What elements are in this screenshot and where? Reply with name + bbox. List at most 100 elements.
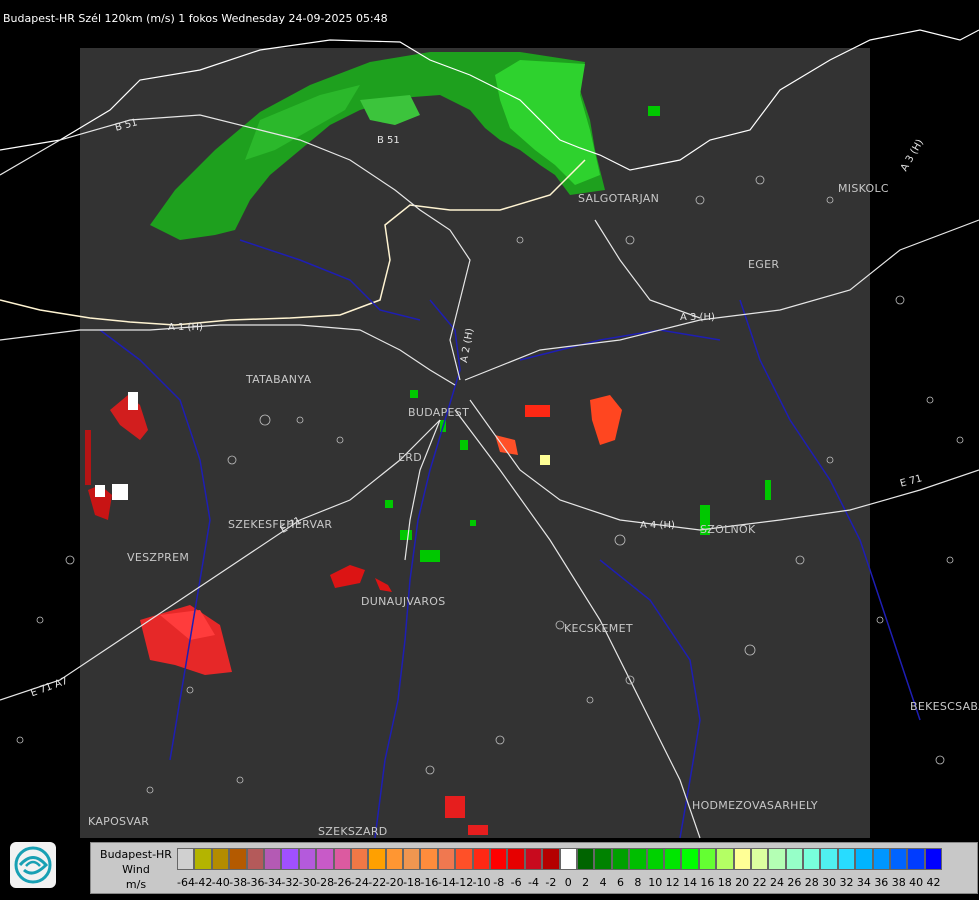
legend-title: Budapest-HR Wind m/s <box>100 848 172 891</box>
legend-tick-label: -8 <box>493 876 505 889</box>
legend-swatch <box>820 848 838 870</box>
legend-swatch <box>385 848 404 870</box>
legend-tick-label: 0 <box>564 876 572 889</box>
legend-tick-label: 2 <box>582 876 590 889</box>
city-label-salgotarjan: SALGOTARJAN <box>578 192 660 205</box>
legend-swatch <box>733 848 751 870</box>
legend-swatch <box>246 848 264 870</box>
legend-tick-label: 28 <box>804 876 819 889</box>
legend-swatch <box>194 848 212 870</box>
legend-swatch <box>837 848 856 870</box>
legend-swatch <box>750 848 769 870</box>
legend-tick-label: 34 <box>856 876 871 889</box>
legend-tick-label: -18 <box>403 876 422 889</box>
legend-swatch <box>211 848 230 870</box>
road-label: A 4 (H) <box>640 520 675 531</box>
road-label: B 51 <box>377 135 400 146</box>
map-title: Budapest-HR Szél 120km (m/s) 1 fokos Wed… <box>3 12 388 25</box>
legend-tick-label: -42 <box>194 876 213 889</box>
legend-tick-label: -14 <box>437 876 456 889</box>
legend-swatch <box>455 848 473 870</box>
legend-tick-label: -36 <box>246 876 265 889</box>
legend-tick-label: 22 <box>752 876 767 889</box>
legend-tick-label: -4 <box>528 876 539 889</box>
legend-swatch <box>472 848 491 870</box>
city-label-eger: EGER <box>748 258 780 271</box>
legend-swatch <box>855 848 873 870</box>
wind-legend: Budapest-HR Wind m/s -64 -42 -40 -38 -36 -34-… <box>90 842 978 894</box>
legend-tick-label: 40 <box>909 876 924 889</box>
legend-tick-label: -34 <box>263 876 282 889</box>
legend-tick-label: -12 <box>455 876 474 889</box>
legend-tick-label: 38 <box>891 876 906 889</box>
legend-tick-label: -2 <box>545 876 557 889</box>
legend-tick-label: -30 <box>298 876 317 889</box>
legend-tick-label: 42 <box>926 876 941 889</box>
legend-tick-label: -22 <box>368 876 387 889</box>
city-label-szekszard: SZEKSZARD <box>318 825 388 838</box>
city-label-szolnok: SZOLNOK <box>700 523 756 536</box>
legend-tick-label: 8 <box>634 876 642 889</box>
legend-swatch <box>368 848 386 870</box>
legend-swatch <box>716 848 734 870</box>
legend-swatch <box>803 848 821 870</box>
legend-tick-label: -16 <box>420 876 439 889</box>
legend-tick-label: 16 <box>700 876 715 889</box>
legend-swatch <box>559 848 577 870</box>
legend-tick-label: 14 <box>683 876 698 889</box>
radar-map <box>0 29 979 839</box>
legend-tick-label: 18 <box>717 876 732 889</box>
legend-swatch <box>437 848 456 870</box>
city-label-budapest: BUDAPEST <box>408 406 470 419</box>
legend-swatch <box>698 848 717 870</box>
legend-swatch <box>872 848 891 870</box>
legend-tick-label: 32 <box>839 876 854 889</box>
city-label-dunaujvaros: DUNAUJVAROS <box>361 595 446 608</box>
legend-swatch <box>594 848 612 870</box>
legend-swatch <box>663 848 682 870</box>
legend-tick-label: 10 <box>648 876 663 889</box>
legend-tick-label: 6 <box>616 876 624 889</box>
legend-swatch <box>890 848 908 870</box>
legend-swatch <box>524 848 543 870</box>
legend-swatch <box>333 848 351 870</box>
legend-tick-label: 30 <box>822 876 837 889</box>
city-label-hodmezovasarhely: HODMEZOVASARHELY <box>692 799 818 812</box>
city-label-miskolc: MISKOLC <box>838 182 889 195</box>
legend-swatch <box>298 848 317 870</box>
legend-swatch <box>316 848 334 870</box>
legend-tick-label: -20 <box>385 876 404 889</box>
legend-swatch <box>768 848 786 870</box>
legend-tick-label: -32 <box>281 876 300 889</box>
city-label-kaposvar: KAPOSVAR <box>88 815 150 828</box>
legend-swatch <box>490 848 508 870</box>
road-label: A 1 (H) <box>168 322 203 333</box>
legend-swatch <box>924 848 943 870</box>
legend-tick-label: 12 <box>665 876 680 889</box>
legend-tick-label: 24 <box>769 876 784 889</box>
legend-swatch <box>576 848 595 870</box>
legend-swatch <box>177 848 195 870</box>
legend-tick-label: -24 <box>350 876 369 889</box>
legend-tick-label: 20 <box>735 876 750 889</box>
legend-tick-label: 26 <box>787 876 802 889</box>
legend-tick-label: 36 <box>874 876 889 889</box>
legend-swatch <box>281 848 299 870</box>
legend-ticks: -64 -42 -40 -38 -36 -34 -32 -30 -28 -26 -24 -22 -20-… <box>177 876 942 889</box>
legend-swatch <box>542 848 560 870</box>
legend-swatch <box>350 848 369 870</box>
met-service-logo <box>10 842 56 888</box>
city-label-erd: ERD <box>398 451 422 464</box>
legend-tick-label: -40 <box>211 876 230 889</box>
legend-swatch <box>229 848 247 870</box>
legend-tick-label: -6 <box>510 876 522 889</box>
city-label-bekescsaba: BEKESCSABA <box>910 700 979 713</box>
legend-swatch <box>629 848 647 870</box>
city-label-kecskemet: KECSKEMET <box>564 622 633 635</box>
legend-tick-label: -26 <box>333 876 352 889</box>
legend-swatch <box>681 848 699 870</box>
city-label-veszprem: VESZPREM <box>127 551 190 564</box>
legend-swatch <box>785 848 804 870</box>
legend-tick-label: -38 <box>229 876 248 889</box>
legend-tick-label: -64 <box>177 876 195 889</box>
